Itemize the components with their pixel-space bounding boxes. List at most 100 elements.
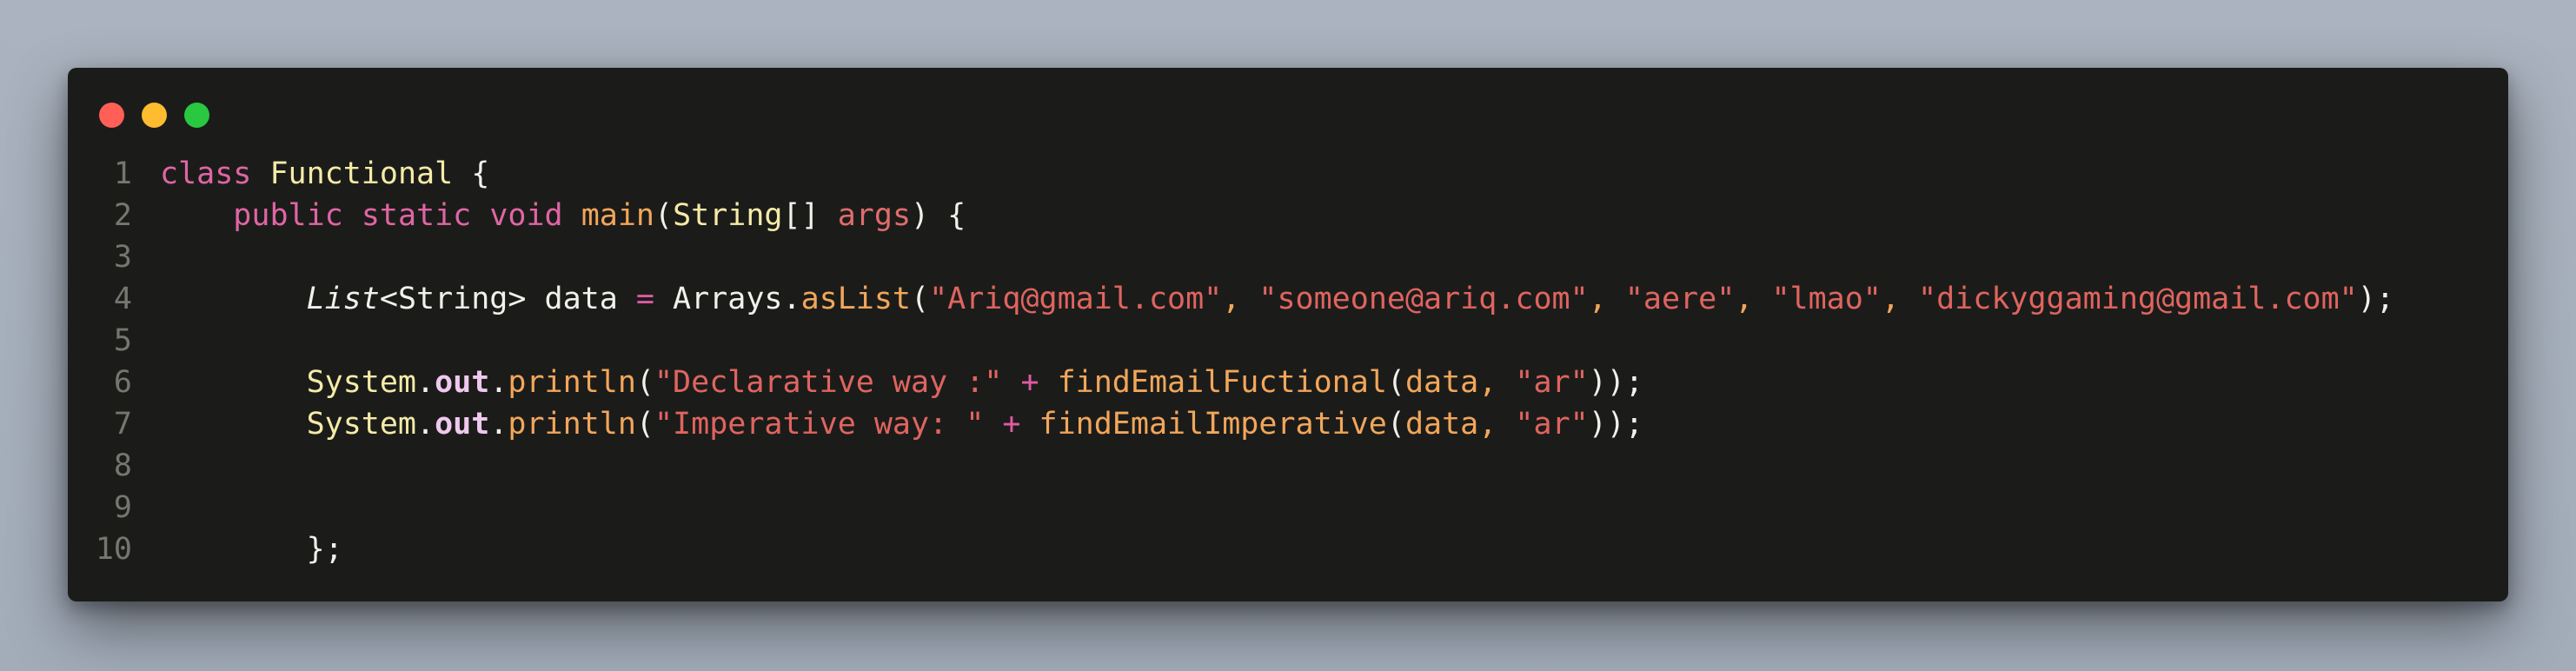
code-token: . [489, 407, 508, 442]
code-line[interactable]: 5 [68, 320, 2508, 362]
code-token: , [1588, 282, 1625, 316]
code-token: "lmao" [1771, 282, 1882, 316]
code-token: data [1404, 407, 1479, 442]
minimize-button[interactable] [142, 103, 167, 128]
code-line[interactable]: 9 [68, 487, 2508, 528]
code-text[interactable]: List<String> data = Arrays.asList("Ariq@… [160, 278, 2394, 320]
code-line[interactable]: 8 [68, 445, 2508, 487]
code-token: ); [2357, 282, 2394, 316]
code-token: ) { [911, 198, 966, 233]
code-token: ( [1386, 365, 1405, 400]
line-number: 9 [113, 490, 132, 525]
code-text[interactable]: public static void main(String[] args) { [160, 195, 966, 236]
code-text[interactable]: }; [160, 528, 343, 570]
code-token: out [435, 365, 490, 400]
code-token: asList [800, 282, 911, 316]
code-token: . [416, 365, 435, 400]
code-token: List [306, 282, 380, 316]
line-number: 8 [113, 448, 132, 483]
code-window: 1 class Functional {2 public static void … [68, 68, 2508, 601]
maximize-button[interactable] [184, 103, 209, 128]
code-token: ( [635, 407, 654, 442]
code-token: "Imperative way: " [654, 407, 985, 442]
code-text[interactable]: System.out.println("Imperative way: " + … [160, 403, 1643, 445]
code-token: . [489, 365, 508, 400]
code-token: . [416, 407, 435, 442]
code-token: . [782, 282, 801, 316]
window-controls [99, 103, 209, 129]
code-token: String [673, 198, 783, 233]
code-token: }; [306, 532, 343, 567]
code-token: out [435, 407, 490, 442]
code-token: println [508, 407, 636, 442]
code-token: + [1002, 407, 1021, 442]
code-token: <String> data [379, 282, 636, 316]
code-token: public [233, 198, 343, 233]
line-number: 1 [113, 156, 132, 191]
code-token: , [1222, 282, 1259, 316]
code-token: "ar" [1515, 365, 1589, 400]
code-token: , [1881, 282, 1919, 316]
code-token: Functional [269, 156, 454, 191]
code-token: [] [782, 198, 838, 233]
code-token: "Declarative way :" [654, 365, 1003, 400]
code-editor[interactable]: 1 class Functional {2 public static void … [68, 153, 2508, 570]
line-number: 3 [113, 240, 132, 275]
code-token: , [1478, 365, 1516, 400]
code-token: , [1478, 407, 1516, 442]
code-token: ( [911, 282, 930, 316]
code-token: "Ariq@gmail.com" [929, 282, 1223, 316]
code-token: + [1020, 365, 1039, 400]
code-line[interactable]: 3 [68, 236, 2508, 278]
line-number: 2 [113, 198, 132, 233]
code-token: ( [1386, 407, 1405, 442]
code-line[interactable]: 2 public static void main(String[] args)… [68, 195, 2508, 236]
line-number: 10 [95, 532, 132, 567]
code-line[interactable]: 10 }; [68, 528, 2508, 570]
code-line[interactable]: 6 System.out.println("Declarative way :"… [68, 362, 2508, 403]
code-token: System [306, 407, 417, 442]
code-token: Arrays [654, 282, 783, 316]
line-number: 5 [113, 323, 132, 358]
code-token: void [489, 198, 563, 233]
code-token: "dickyggaming@gmail.com" [1918, 282, 2358, 316]
line-number: 7 [113, 407, 132, 442]
code-token: )); [1588, 407, 1643, 442]
code-token: println [508, 365, 636, 400]
code-token: "ar" [1515, 407, 1589, 442]
code-token: ( [635, 365, 654, 400]
code-token: main [581, 198, 654, 233]
code-token: data [1404, 365, 1479, 400]
code-token: "someone@ariq.com" [1258, 282, 1589, 316]
code-text[interactable]: System.out.println("Declarative way :" +… [160, 362, 1643, 403]
line-number: 6 [113, 365, 132, 400]
code-token: { [453, 156, 490, 191]
code-token: )); [1588, 365, 1643, 400]
code-line[interactable]: 7 System.out.println("Imperative way: " … [68, 403, 2508, 445]
close-button[interactable] [99, 103, 124, 128]
code-token: args [837, 198, 912, 233]
code-token: "aere" [1624, 282, 1736, 316]
code-text[interactable]: class Functional { [160, 153, 489, 195]
code-token: ( [654, 198, 674, 233]
line-number: 4 [113, 282, 132, 316]
code-token: findEmailImperative [1039, 407, 1387, 442]
code-token: System [306, 365, 417, 400]
code-line[interactable]: 1 class Functional { [68, 153, 2508, 195]
code-token: findEmailFuctional [1057, 365, 1387, 400]
code-token: , [1735, 282, 1772, 316]
code-line[interactable]: 4 List<String> data = Arrays.asList("Ari… [68, 278, 2508, 320]
code-token: static [361, 198, 472, 233]
